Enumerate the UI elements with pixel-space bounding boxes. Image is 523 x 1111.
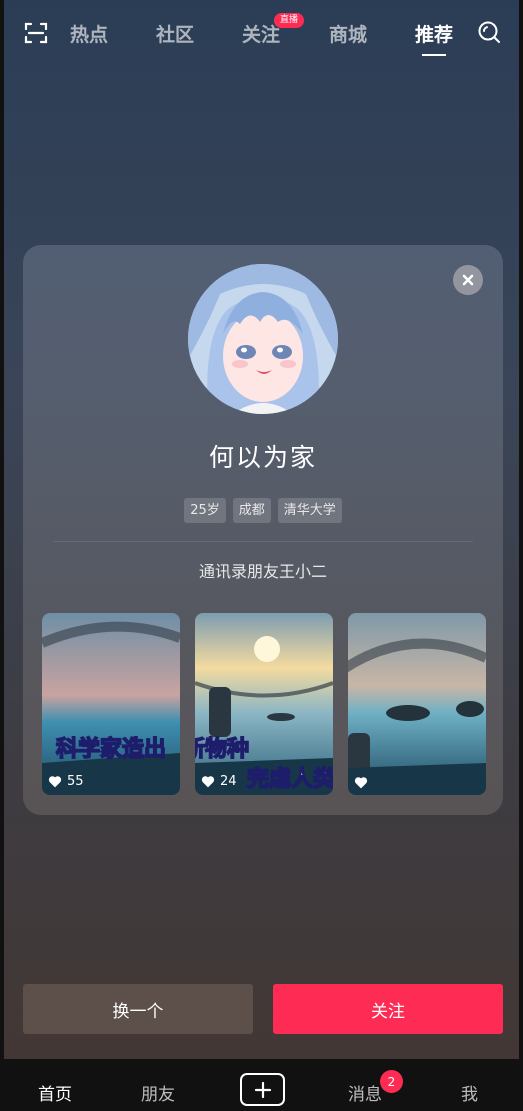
heart-icon — [201, 776, 215, 788]
video-2-caption-top: 新物种 — [195, 736, 250, 763]
heart-icon — [354, 777, 368, 789]
video-thumbnail-2[interactable]: 新物种 完虐人类 24 — [195, 613, 333, 795]
scan-icon[interactable] — [24, 21, 48, 45]
tab-mall[interactable]: 商城 — [329, 20, 367, 47]
video-3-likes — [354, 776, 373, 789]
avatar[interactable] — [188, 264, 338, 414]
tab-home[interactable]: 首页 — [38, 1080, 72, 1105]
frame-edge-left — [0, 0, 4, 1111]
video-1-caption: 科学家造出 — [55, 736, 167, 763]
video-3-image — [348, 613, 486, 795]
user-name: 何以为家 — [208, 443, 317, 472]
relation-text: 通讯录朋友王小二 — [198, 562, 327, 581]
live-badge: 直播 — [274, 13, 305, 28]
tab-me[interactable]: 我 — [461, 1080, 478, 1105]
tab-community[interactable]: 社区 — [156, 20, 194, 47]
friend-recommendation-card: 何以为家 25岁 成都 清华大学 通讯录朋友王小二 科学家造出 55 物种 完虐… — [23, 245, 503, 815]
frame-edge-right — [519, 0, 523, 1111]
video-2-caption-bottom: 完虐人类 — [246, 766, 333, 793]
video-thumbnail-3[interactable] — [348, 613, 486, 795]
tab-hot[interactable]: 热点 — [70, 20, 108, 47]
video-thumbnail-1[interactable]: 科学家造出 55 — [42, 613, 180, 795]
tab-friends[interactable]: 朋友 — [141, 1080, 175, 1105]
video-1-image — [42, 613, 180, 795]
active-tab-indicator — [422, 54, 446, 56]
follow-button[interactable]: 关注 — [273, 984, 503, 1034]
video-1-like-count: 55 — [67, 774, 84, 789]
profile-tags: 25岁 成都 清华大学 — [23, 498, 503, 523]
video-2-like-count: 24 — [220, 774, 237, 789]
tab-messages[interactable]: 消息 — [348, 1080, 382, 1105]
close-button[interactable] — [453, 265, 483, 295]
add-button[interactable] — [240, 1073, 285, 1106]
search-icon[interactable] — [477, 20, 501, 44]
divider — [53, 541, 473, 542]
tag-school: 清华大学 — [277, 498, 342, 523]
plus-icon — [254, 1081, 271, 1098]
video-1-likes: 55 — [48, 774, 84, 789]
avatar-image — [188, 264, 338, 414]
bottom-tab-bar: 首页 朋友 消息 2 我 — [4, 1059, 519, 1111]
heart-icon — [48, 776, 62, 788]
tab-recommend-label: 推荐 — [415, 24, 454, 46]
tab-recommend[interactable]: 推荐 — [415, 20, 454, 56]
messages-badge: 2 — [380, 1070, 403, 1093]
top-nav: 热点 社区 关注 直播 商城 推荐 — [4, 0, 519, 66]
swap-button[interactable]: 换一个 — [23, 984, 253, 1034]
video-list: 科学家造出 55 新物种 完虐人类 24 — [42, 613, 486, 795]
close-icon — [462, 274, 474, 286]
tag-city: 成都 — [232, 498, 271, 523]
video-2-likes: 24 — [201, 774, 237, 789]
tag-age: 25岁 — [184, 498, 226, 523]
